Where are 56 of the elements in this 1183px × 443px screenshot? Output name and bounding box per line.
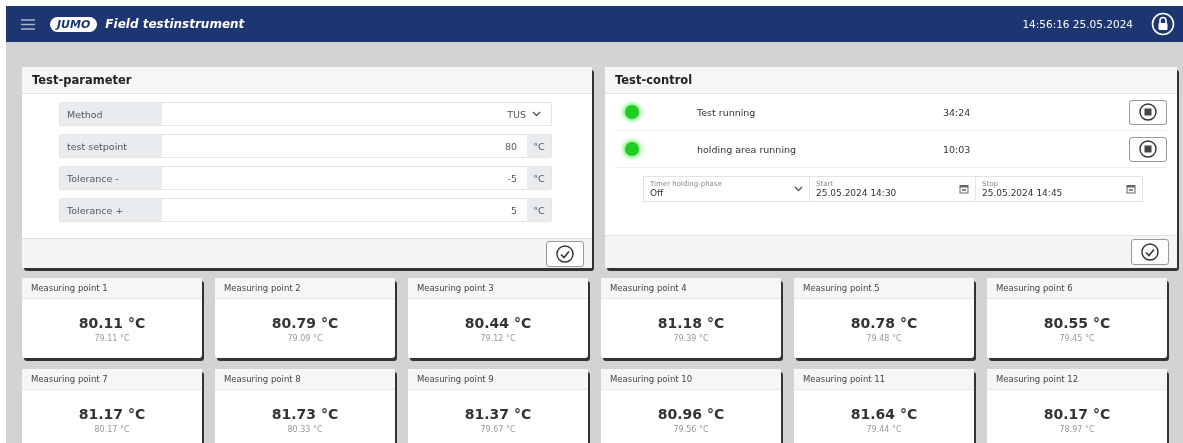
- lock-icon: [1151, 12, 1175, 36]
- temperature-value: 81.73 °C: [271, 405, 339, 422]
- card-title: Measuring point 6: [987, 278, 1167, 299]
- panel-title: Test-control: [605, 67, 1177, 94]
- secondary-temperature: 79.56 °C: [673, 424, 709, 434]
- temperature-value: 81.17 °C: [78, 405, 146, 422]
- card-title: Measuring point 8: [215, 369, 395, 390]
- temperature-value: 80.78 °C: [850, 314, 918, 331]
- stop-icon: [1139, 103, 1157, 121]
- confirm-button[interactable]: [1131, 239, 1169, 265]
- stop-button[interactable]: [1129, 99, 1167, 125]
- card-title: Measuring point 12: [987, 369, 1167, 390]
- temperature-value: 80.17 °C: [1043, 405, 1111, 422]
- temperature-value: 80.96 °C: [657, 405, 725, 422]
- secondary-temperature: 78.97 °C: [1059, 424, 1095, 434]
- confirm-button[interactable]: [546, 240, 584, 267]
- temperature-value: 80.11 °C: [78, 314, 146, 331]
- temperature-value: 80.44 °C: [464, 314, 532, 331]
- card-title: Measuring point 9: [408, 369, 588, 390]
- temperature-value: 81.37 °C: [464, 405, 532, 422]
- check-icon: [556, 244, 574, 263]
- secondary-temperature: 79.11 °C: [94, 333, 130, 343]
- card-title: Measuring point 5: [794, 278, 974, 299]
- check-icon: [1141, 243, 1159, 261]
- card-title: Measuring point 7: [22, 369, 202, 390]
- secondary-temperature: 80.33 °C: [287, 424, 323, 434]
- stop-icon: [1139, 140, 1157, 158]
- stop-button[interactable]: [1129, 136, 1167, 162]
- logo: JUMO: [50, 16, 98, 32]
- panel-title: Test-parameter: [22, 67, 592, 94]
- app-title: Field testinstrument: [105, 17, 246, 31]
- card-title: Measuring point 10: [601, 369, 781, 390]
- datetime: 14:56:16 25.05.2024: [1022, 18, 1133, 30]
- temperature-value: 81.64 °C: [850, 405, 918, 422]
- status-label: holding area running: [697, 143, 798, 155]
- secondary-temperature: 79.44 °C: [866, 424, 902, 434]
- status-label: Test running: [697, 106, 757, 118]
- card-title: Measuring point 11: [794, 369, 974, 390]
- secondary-temperature: 79.67 °C: [480, 424, 516, 434]
- secondary-temperature: 79.12 °C: [480, 333, 516, 343]
- secondary-temperature: 79.48 °C: [866, 333, 902, 343]
- temperature-value: 80.79 °C: [271, 314, 339, 331]
- card-title: Measuring point 4: [601, 278, 781, 299]
- temperature-value: 81.18 °C: [657, 314, 725, 331]
- secondary-temperature: 79.45 °C: [1059, 333, 1095, 343]
- secondary-temperature: 79.09 °C: [287, 333, 323, 343]
- elapsed-time: 34:24: [943, 106, 972, 118]
- menu-icon: [21, 18, 35, 30]
- card-title: Measuring point 2: [215, 278, 395, 299]
- elapsed-time: 10:03: [943, 143, 972, 155]
- lock-button[interactable]: [1151, 12, 1175, 36]
- card-title: Measuring point 3: [408, 278, 588, 299]
- secondary-temperature: 80.17 °C: [94, 424, 130, 434]
- card-title: Measuring point 1: [22, 278, 202, 299]
- temperature-value: 80.55 °C: [1043, 314, 1111, 331]
- secondary-temperature: 79.39 °C: [673, 333, 709, 343]
